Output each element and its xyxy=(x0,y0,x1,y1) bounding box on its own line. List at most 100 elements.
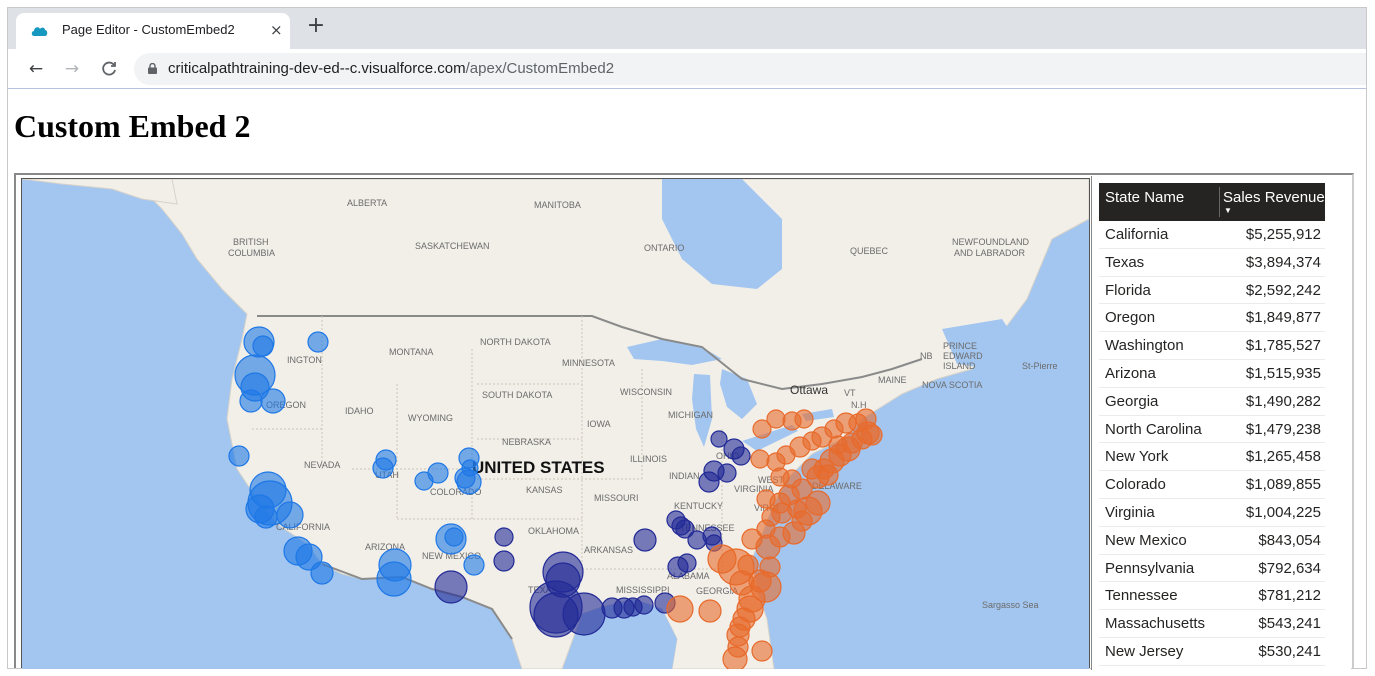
table-row[interactable]: Arizona $1,515,935 xyxy=(1099,360,1325,388)
map-bubble-central[interactable] xyxy=(493,550,515,572)
table-row[interactable]: Texas $3,894,374 xyxy=(1099,249,1325,277)
map-bubble-west[interactable] xyxy=(376,561,412,597)
map-visual[interactable]: ALBERTA MANITOBA BRITISH COLUMBIA SASKATCHEW… xyxy=(21,178,1090,669)
sales-revenue-cell: $543,241 xyxy=(1258,615,1321,633)
column-header-revenue[interactable]: Sales Revenue xyxy=(1223,189,1325,206)
map-label-iowa: IOWA xyxy=(587,419,611,429)
sales-revenue-cell: $5,255,912 xyxy=(1245,226,1321,243)
state-name-cell: New Jersey xyxy=(1105,642,1184,660)
map-bubble-west[interactable] xyxy=(276,501,304,529)
table-row[interactable]: Virginia $1,004,225 xyxy=(1099,499,1325,527)
url-text[interactable]: criticalpathtraining-dev-ed--c.visualfor… xyxy=(168,60,614,77)
map-label-saskatchewan: SASKATCHEWAN xyxy=(415,241,490,251)
map-label-oklahoma: OKLAHOMA xyxy=(528,526,579,536)
map-bubble-central[interactable] xyxy=(634,595,654,615)
map-bubble-east[interactable] xyxy=(666,595,694,623)
tab-strip: Page Editor - CustomEmbed2 × + xyxy=(8,8,1366,49)
new-tab-button[interactable]: + xyxy=(304,14,328,38)
column-header-state[interactable]: State Name xyxy=(1105,189,1184,206)
table-row[interactable]: Georgia $1,490,282 xyxy=(1099,388,1325,416)
map-bubble-east[interactable] xyxy=(751,640,773,662)
map-bubble-west[interactable] xyxy=(375,449,397,471)
map-label-wyoming: WYOMING xyxy=(408,413,453,423)
map-bubble-central[interactable] xyxy=(731,446,751,466)
map-label-manitoba: MANITOBA xyxy=(534,200,581,210)
table-row[interactable]: Florida $2,592,242 xyxy=(1099,277,1325,305)
sort-descending-icon[interactable]: ▼ xyxy=(1224,207,1232,215)
map-label-newfoundland-2: AND LABRADOR xyxy=(954,248,1026,258)
back-arrow-icon[interactable]: ← xyxy=(25,58,47,80)
map-label-maine: MAINE xyxy=(878,375,907,385)
map-label-wisconsin: WISCONSIN xyxy=(620,387,672,397)
map-bubble-east[interactable] xyxy=(750,449,770,469)
table-row[interactable]: Tennessee $781,212 xyxy=(1099,582,1325,611)
table-row[interactable]: Massachusetts $543,241 xyxy=(1099,610,1325,638)
map-bubble-east[interactable] xyxy=(782,411,802,431)
map-bubble-east[interactable] xyxy=(828,435,848,455)
sales-revenue-cell: $843,054 xyxy=(1258,531,1321,549)
map-bubble-west[interactable] xyxy=(228,445,250,467)
state-name-cell: New York xyxy=(1105,448,1169,466)
address-bar[interactable]: criticalpathtraining-dev-ed--c.visualfor… xyxy=(134,53,1366,85)
map-label-united-states: UNITED STATES xyxy=(472,458,605,477)
map-bubble-central[interactable] xyxy=(710,430,728,448)
table-row[interactable]: Colorado $1,089,855 xyxy=(1099,471,1325,499)
tab-close-icon[interactable]: × xyxy=(270,21,283,39)
sales-revenue-cell: $1,089,855 xyxy=(1245,476,1321,494)
reload-icon[interactable] xyxy=(98,58,120,80)
map-label-nh: N.H xyxy=(851,400,867,410)
map-bubble-west[interactable] xyxy=(463,554,485,576)
forward-arrow-icon[interactable]: → xyxy=(61,58,83,80)
map-bubble-west[interactable] xyxy=(254,505,278,529)
table-row[interactable]: Oregon $1,849,877 xyxy=(1099,304,1325,333)
url-host: criticalpathtraining-dev-ed--c.visualfor… xyxy=(168,60,466,77)
tab-page-editor[interactable]: Page Editor - CustomEmbed2 × xyxy=(16,13,290,49)
map-bubble-central[interactable] xyxy=(633,528,657,552)
sales-revenue-cell: $530,241 xyxy=(1258,642,1321,660)
map-bubble-west[interactable] xyxy=(260,388,286,414)
map-bubble-west[interactable] xyxy=(427,462,449,484)
map-canvas[interactable]: ALBERTA MANITOBA BRITISHCOLUMBIA SASKATCHEW… xyxy=(22,179,1089,669)
map-label-missouri: MISSOURI xyxy=(594,493,639,503)
map-bubble-west[interactable] xyxy=(252,335,274,357)
map-bubble-east[interactable] xyxy=(752,419,772,439)
table-row[interactable]: Pennsylvania $792,634 xyxy=(1099,555,1325,583)
map-label-st-pierre: St-Pierre xyxy=(1022,361,1058,371)
table-row[interactable]: New York $1,265,458 xyxy=(1099,443,1325,472)
map-bubble-central[interactable] xyxy=(677,553,697,573)
state-name-cell: Arizona xyxy=(1105,364,1156,382)
table-row[interactable]: New Jersey $530,241 xyxy=(1099,638,1325,666)
sales-revenue-cell: $1,479,238 xyxy=(1245,420,1321,438)
sales-revenue-cell: $3,894,374 xyxy=(1245,253,1321,271)
map-label-vt: VT xyxy=(844,388,856,398)
map-bubble-central[interactable] xyxy=(494,527,514,547)
sales-revenue-cell: $1,785,527 xyxy=(1245,337,1321,355)
table-row[interactable]: California $5,255,912 xyxy=(1099,221,1325,249)
state-name-cell: Virginia xyxy=(1105,503,1155,521)
map-bubble-west[interactable] xyxy=(444,527,464,547)
table-row[interactable]: New Mexico $843,054 xyxy=(1099,527,1325,555)
map-bubble-west[interactable] xyxy=(310,561,334,585)
browser-toolbar: ← → criticalpathtraining-dev-ed--c.visua… xyxy=(8,49,1366,89)
table-row[interactable]: North Carolina $1,479,238 xyxy=(1099,416,1325,444)
map-bubble-west[interactable] xyxy=(307,331,329,353)
map-bubble-east[interactable] xyxy=(817,464,839,486)
map-bubble-east[interactable] xyxy=(698,599,722,623)
map-label-kansas: KANSAS xyxy=(526,485,563,495)
map-bubble-central[interactable] xyxy=(562,592,606,636)
map-bubble-west[interactable] xyxy=(461,459,479,477)
sales-table-visual[interactable]: State Name Sales Revenue ▼ California $5,… xyxy=(1091,176,1351,670)
map-bubble-east[interactable] xyxy=(722,646,748,669)
map-bubble-east[interactable] xyxy=(861,424,883,446)
table-row[interactable]: Washington $1,785,527 xyxy=(1099,332,1325,360)
map-bubble-west[interactable] xyxy=(239,389,263,413)
map-label-nb: NB xyxy=(920,351,933,361)
map-label-south-dakota: SOUTH DAKOTA xyxy=(482,390,552,400)
state-name-cell: North Carolina xyxy=(1105,420,1202,438)
map-bubble-central[interactable] xyxy=(434,570,468,604)
powerbi-embed[interactable]: ALBERTA MANITOBA BRITISH COLUMBIA SASKATCHEW… xyxy=(14,173,1354,670)
map-bubble-central[interactable] xyxy=(717,463,737,483)
map-label-nova-scotia: NOVA SCOTIA xyxy=(922,380,982,390)
map-label-indiana: INDIAN xyxy=(669,471,700,481)
map-bubble-east[interactable] xyxy=(782,469,802,489)
